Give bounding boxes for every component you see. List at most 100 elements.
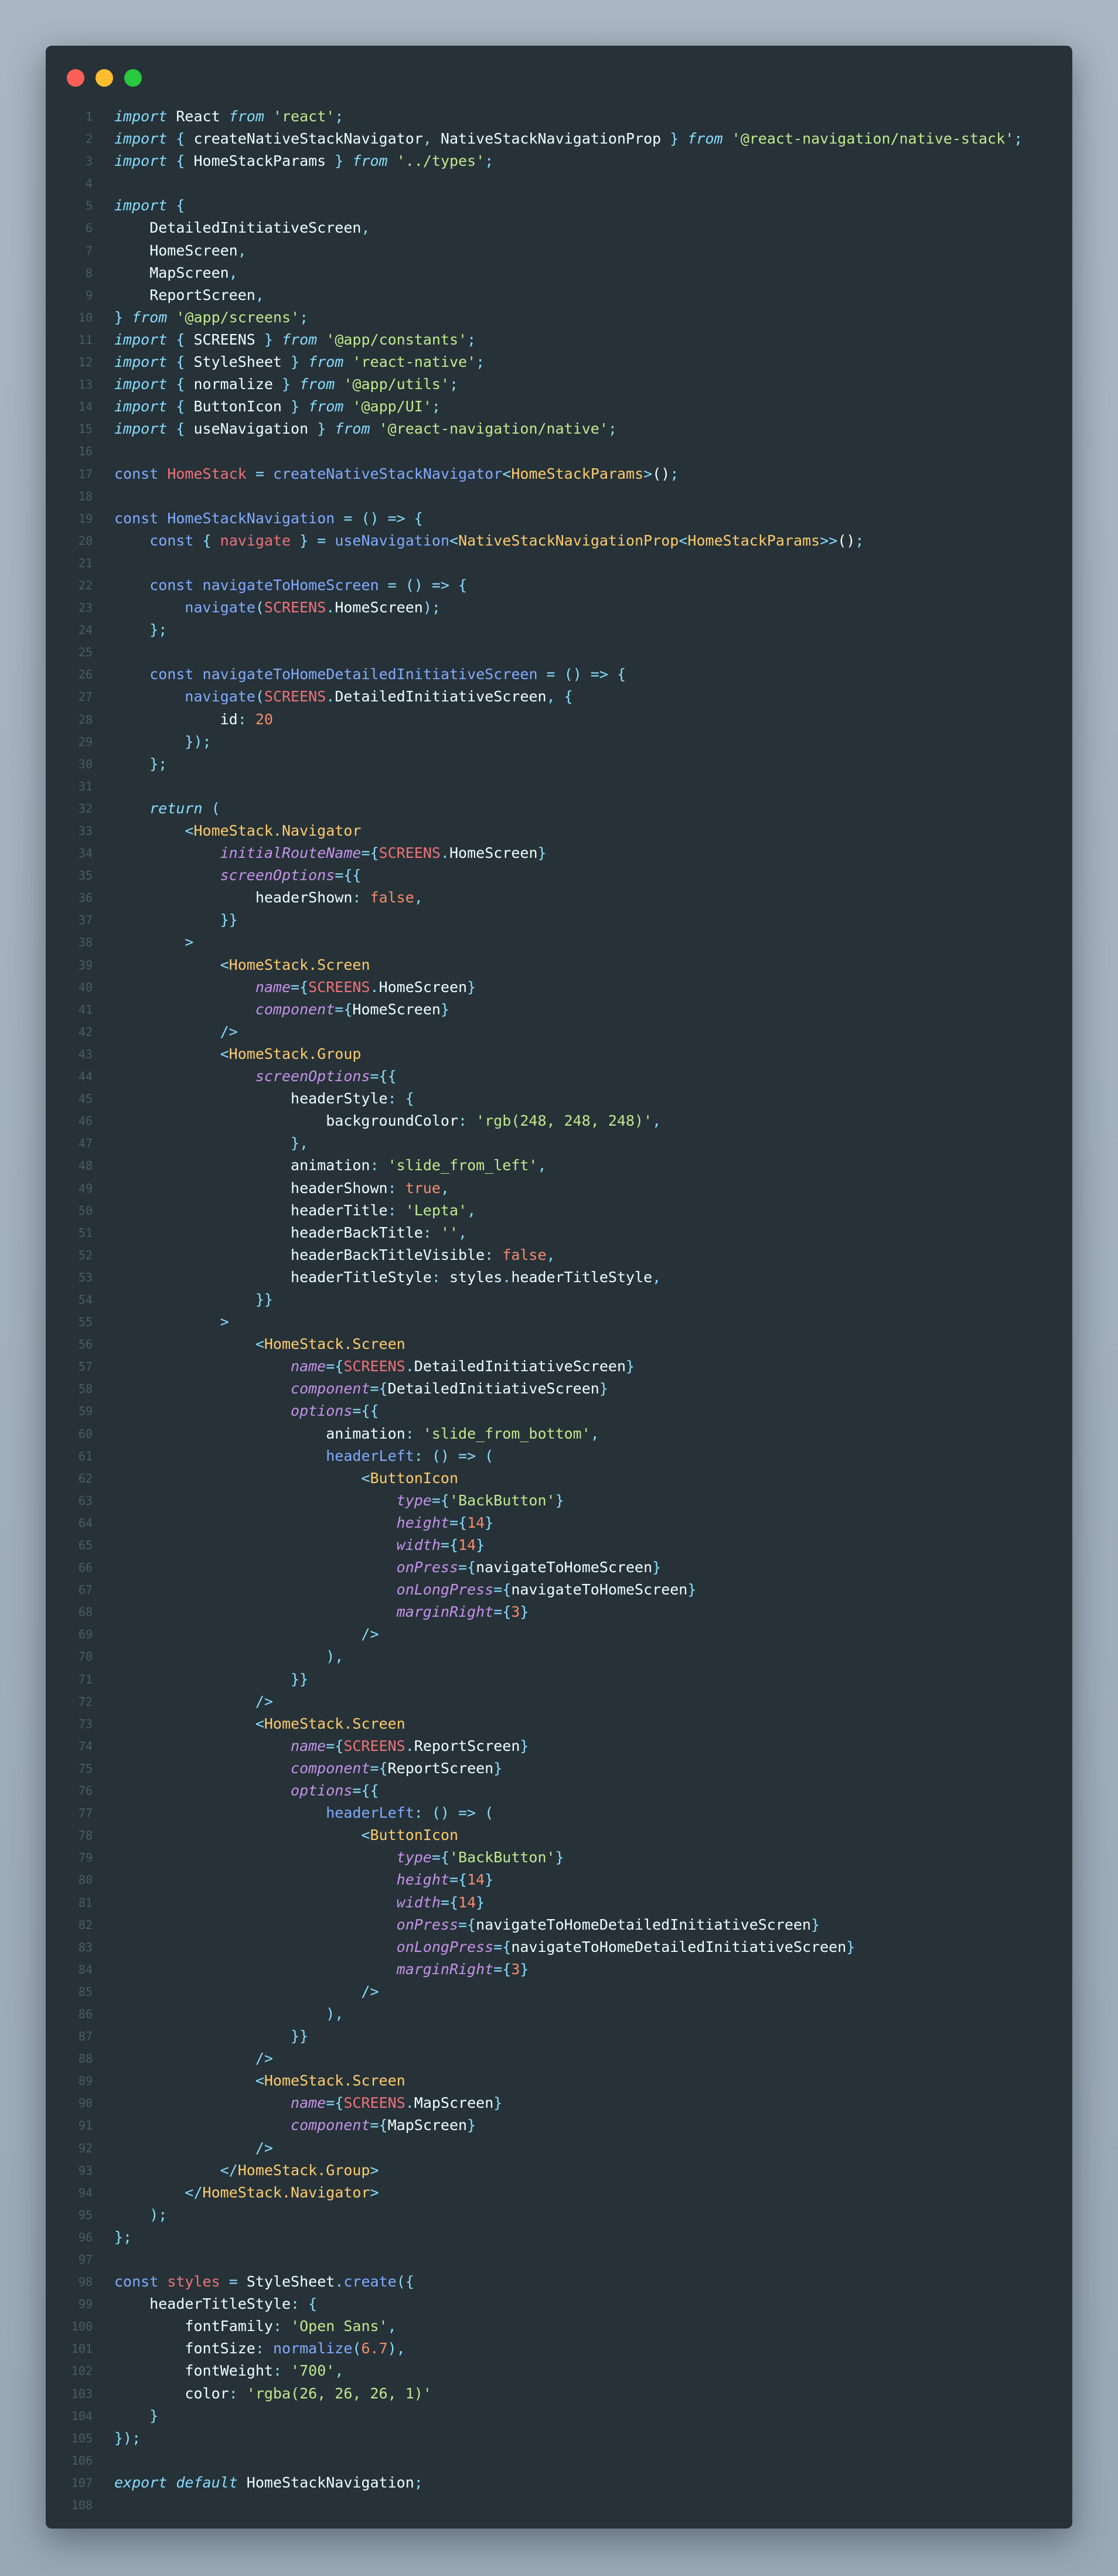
- line-number: 11: [78, 332, 93, 347]
- code-token: SCREENS: [264, 599, 326, 616]
- code-token: marginRight: [396, 1960, 494, 1978]
- code-line: 1 import React from 'react';: [46, 105, 1072, 128]
- line-number: 50: [78, 1203, 93, 1218]
- line-source: }}: [114, 909, 238, 931]
- line-number: 26: [78, 667, 93, 682]
- code-line: 58 component={DetailedInitiativeScreen}: [46, 1378, 1072, 1400]
- code-token: 'react': [272, 108, 335, 125]
- code-token: color: [114, 2384, 229, 2402]
- code-line: 45 headerStyle: {: [46, 1088, 1072, 1110]
- line-number: 37: [78, 913, 93, 928]
- code-token: headerLeft: [326, 1447, 414, 1464]
- line-number: 106: [71, 2453, 93, 2468]
- code-line: 83 onLongPress={navigateToHomeDetailedIn…: [46, 1936, 1072, 1958]
- code-token: .: [440, 844, 449, 862]
- maximize-window-icon[interactable]: [124, 69, 142, 87]
- code-token: normalize: [272, 2340, 353, 2357]
- line-number: 59: [78, 1404, 93, 1419]
- code-token: const: [114, 465, 159, 482]
- code-token: useNavigation: [193, 420, 309, 438]
- code-token: ={{: [352, 1402, 379, 1420]
- code-token: useNavigation: [335, 531, 449, 549]
- code-token: };: [114, 755, 168, 772]
- line-source: }}: [114, 1289, 273, 1311]
- code-token: from: [335, 420, 370, 438]
- code-token: import: [114, 152, 168, 170]
- code-token: ),: [387, 2340, 405, 2357]
- code-line: 16: [46, 440, 1072, 462]
- code-token: '@app/screens': [176, 308, 300, 326]
- code-line: 64 height={14}: [46, 1512, 1072, 1534]
- code-line: 27 navigate(SCREENS.DetailedInitiativeSc…: [46, 686, 1072, 708]
- code-token: name: [255, 978, 291, 996]
- line-source: />: [114, 2047, 273, 2070]
- line-source: name={SCREENS.ReportScreen}: [114, 1735, 529, 1757]
- line-source: headerBackTitle: '',: [114, 1222, 467, 1244]
- line-number: 102: [71, 2364, 93, 2379]
- line-number: 81: [78, 1895, 93, 1910]
- code-token: (: [202, 799, 220, 817]
- code-line: 93 </HomeStack.Group>: [46, 2159, 1072, 2182]
- line-number: 67: [78, 1583, 93, 1597]
- code-line: 62 <ButtonIcon: [46, 1467, 1072, 1490]
- code-token: }: [520, 1737, 529, 1754]
- code-token: } =: [291, 531, 335, 549]
- code-token: ={{: [352, 1782, 379, 1800]
- line-number: 88: [78, 2052, 93, 2066]
- code-token: HomeStackNavigation: [167, 509, 335, 527]
- line-number: 73: [78, 1716, 93, 1731]
- code-token: ReportScreen: [114, 286, 255, 304]
- code-token: normalize: [193, 376, 273, 393]
- code-token: }: [467, 2117, 476, 2134]
- code-token: HomeStack.Screen: [264, 1335, 405, 1353]
- line-source: headerStyle: {: [114, 1088, 414, 1110]
- code-token: </: [114, 2161, 238, 2179]
- code-token: }: [308, 420, 335, 438]
- line-number: 56: [78, 1337, 93, 1352]
- minimize-window-icon[interactable]: [96, 69, 113, 87]
- code-token: SCREENS: [264, 688, 326, 706]
- code-token: }: [326, 152, 353, 170]
- code-token: navigateToHomeDetailedInitiativeScreen: [202, 666, 538, 683]
- line-source: >: [114, 931, 193, 953]
- code-token: ;: [467, 330, 476, 348]
- code-token: height: [396, 1514, 449, 1531]
- line-source: fontSize: normalize(6.7),: [114, 2338, 405, 2360]
- code-token: :: [387, 1179, 405, 1197]
- close-window-icon[interactable]: [67, 69, 84, 87]
- code-token: }: [485, 1871, 494, 1889]
- code-token: navigateToHomeScreen: [202, 576, 379, 594]
- line-number: 25: [78, 645, 93, 660]
- code-token: :: [485, 1246, 503, 1263]
- code-token: }: [272, 376, 300, 393]
- code-token: SCREENS: [343, 1737, 405, 1754]
- line-source: />: [114, 1623, 379, 1645]
- code-line: 78 <ButtonIcon: [46, 1824, 1072, 1846]
- line-number: 3: [85, 154, 93, 169]
- code-token: animation: [114, 1425, 405, 1442]
- code-token: from: [299, 376, 335, 393]
- code-token: HomeScreen: [335, 599, 423, 616]
- code-token: :: [370, 1157, 388, 1174]
- line-source: name={SCREENS.HomeScreen}: [114, 976, 476, 999]
- line-source: <HomeStack.Group: [114, 1043, 362, 1065]
- line-number: 101: [71, 2342, 93, 2356]
- line-source: };: [114, 619, 167, 641]
- code-token: :: [422, 1224, 441, 1241]
- code-token: ),: [114, 2005, 344, 2022]
- code-token: id: [114, 710, 238, 728]
- code-token: initialRouteName: [220, 844, 362, 862]
- code-token: HomeStack.Screen: [264, 1715, 405, 1732]
- code-line: 59 options={{: [46, 1400, 1072, 1422]
- code-editor[interactable]: 1 import React from 'react'; 2 import { cre…: [46, 105, 1072, 2516]
- code-token: }: [687, 1581, 697, 1599]
- code-line: 17 const HomeStack = createNativeStackNav…: [46, 463, 1072, 485]
- code-token: ,: [414, 889, 423, 907]
